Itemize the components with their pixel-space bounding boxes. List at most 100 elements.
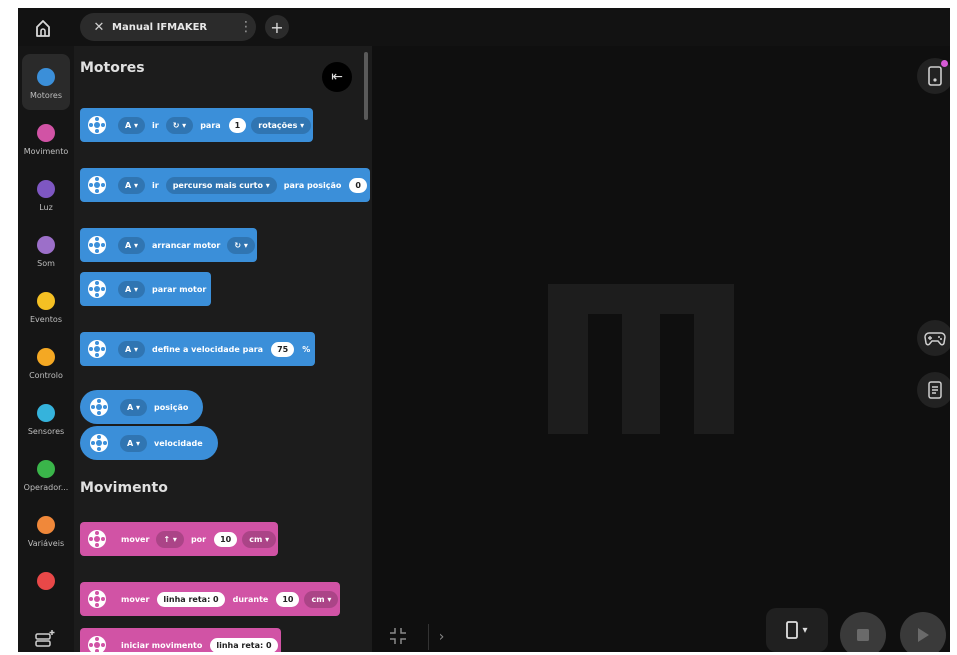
value-input[interactable]: 10 <box>276 591 300 607</box>
port-dropdown[interactable]: A ▾ <box>118 116 145 134</box>
block-text: parar motor <box>152 284 207 294</box>
stop-button[interactable] <box>840 612 886 652</box>
category-sensores[interactable]: Sensores <box>22 390 70 446</box>
movement-icon <box>84 586 110 612</box>
category-controlo[interactable]: Controlo <box>22 334 70 390</box>
block-motor-go-to-position[interactable]: A ▾ ir percurso mais curto ▾ para posiçã… <box>80 168 370 202</box>
category-dot <box>37 460 55 478</box>
category-dot <box>37 404 55 422</box>
unit-dropdown[interactable]: rotações ▾ <box>251 116 312 134</box>
category-label: Variáveis <box>27 539 65 548</box>
motor-icon <box>84 172 110 198</box>
value-input[interactable]: 10 <box>214 531 238 547</box>
mode-input[interactable]: linha reta: 0 <box>210 637 278 652</box>
category-som[interactable]: Som <box>22 222 70 278</box>
block-stop-motor[interactable]: A ▾ parar motor <box>80 272 212 306</box>
category-dot <box>37 124 55 142</box>
category-eventos[interactable]: Eventos <box>22 278 70 334</box>
block-motor-run-rotations[interactable]: A ▾ ir ↻ ▾ para 1 rotações ▾ <box>80 108 314 142</box>
value-input[interactable]: 75 <box>271 341 295 357</box>
block-reporter-speed[interactable]: A ▾ velocidade <box>80 426 218 460</box>
category-variaveis[interactable]: Variáveis <box>22 502 70 558</box>
block-reporter-position[interactable]: A ▾ posição <box>80 390 204 424</box>
top-bar: ✕ Manual IFMAKER ⋮ + <box>18 8 950 46</box>
section-title-movimento: Movimento <box>80 480 168 496</box>
palette-scrollbar[interactable] <box>364 52 368 120</box>
workspace-canvas[interactable]: › ▾ <box>372 46 950 652</box>
category-operadores[interactable]: Operador... <box>22 446 70 502</box>
expand-panel-button[interactable]: › <box>428 624 454 650</box>
tab-menu-icon[interactable]: ⋮ <box>236 19 256 35</box>
block-text: velocidade <box>154 438 203 448</box>
block-move-distance[interactable]: mover ↑ ▾ por 10 cm ▾ <box>80 522 279 556</box>
movement-icon <box>84 632 110 652</box>
watermark-logo-icon <box>548 284 734 434</box>
chevron-down-icon: ▾ <box>802 624 808 636</box>
mode-input[interactable]: linha reta: 0 <box>157 591 225 607</box>
category-label: Luz <box>39 203 53 212</box>
port-dropdown[interactable]: A ▾ <box>118 236 145 254</box>
unit-dropdown[interactable]: cm ▾ <box>242 530 277 548</box>
direction-dropdown[interactable]: ↑ ▾ <box>156 530 184 548</box>
project-tab[interactable]: ✕ Manual IFMAKER ⋮ <box>80 13 256 41</box>
port-dropdown[interactable]: A ▾ <box>120 434 147 452</box>
block-text: mover <box>121 534 150 544</box>
close-icon[interactable]: ✕ <box>86 20 112 35</box>
block-move-straight-for[interactable]: mover linha reta: 0 durante 10 cm ▾ <box>80 582 341 616</box>
block-text: para posição <box>283 180 342 190</box>
hub-icon <box>786 621 799 639</box>
category-dot <box>37 68 55 86</box>
collapse-palette-button[interactable]: ⇤ <box>322 62 352 92</box>
category-dot <box>37 516 55 534</box>
block-text: ir <box>152 120 159 130</box>
section-title-motores: Motores <box>80 60 145 76</box>
category-my-blocks[interactable] <box>22 558 70 614</box>
home-button[interactable] <box>28 14 58 42</box>
hub-icon <box>928 66 942 86</box>
tab-title: Manual IFMAKER <box>112 21 208 33</box>
value-input[interactable]: 1 <box>228 117 247 133</box>
notes-button[interactable] <box>917 372 950 408</box>
category-label: Eventos <box>30 315 62 324</box>
hub-status-indicator <box>941 60 948 67</box>
port-dropdown[interactable]: A ▾ <box>118 280 145 298</box>
device-selector[interactable]: ▾ <box>766 608 828 652</box>
add-tab-button[interactable]: + <box>265 15 289 39</box>
category-motores[interactable]: Motores <box>22 54 70 110</box>
block-palette: Motores ⇤ A ▾ ir ↻ ▾ para 1 rotações ▾ A… <box>74 46 372 652</box>
value-input[interactable]: 0 <box>349 177 367 193</box>
category-dot <box>37 348 55 366</box>
direction-dropdown[interactable]: ↻ ▾ <box>165 116 194 134</box>
motor-icon <box>86 430 112 456</box>
category-dot <box>37 236 55 254</box>
block-set-speed[interactable]: A ▾ define a velocidade para 75 % <box>80 332 316 366</box>
block-start-movement[interactable]: iniciar movimento linha reta: 0 <box>80 628 281 652</box>
category-rail: Motores Movimento Luz Som Eventos Contro… <box>18 46 74 652</box>
category-label: Operador... <box>23 483 69 492</box>
run-button[interactable] <box>900 612 946 652</box>
motor-icon <box>84 336 110 362</box>
category-label: Controlo <box>29 371 63 380</box>
path-dropdown[interactable]: percurso mais curto ▾ <box>165 176 277 194</box>
fit-to-screen-button[interactable] <box>384 622 412 650</box>
category-dot <box>37 292 55 310</box>
category-luz[interactable]: Luz <box>22 166 70 222</box>
gamepad-icon <box>924 332 946 346</box>
block-start-motor[interactable]: A ▾ arrancar motor ↻ ▾ <box>80 228 257 262</box>
direction-dropdown[interactable]: ↻ ▾ <box>227 236 255 254</box>
home-icon <box>36 20 50 37</box>
port-dropdown[interactable]: A ▾ <box>118 340 145 358</box>
port-dropdown[interactable]: A ▾ <box>118 176 145 194</box>
motor-icon <box>84 232 110 258</box>
category-movimento[interactable]: Movimento <box>22 110 70 166</box>
block-text: por <box>190 534 207 544</box>
extensions-button[interactable] <box>34 628 56 652</box>
unit-dropdown[interactable]: cm ▾ <box>304 590 339 608</box>
category-dot <box>37 572 55 590</box>
category-label: Sensores <box>27 427 65 436</box>
unit-text: % <box>302 344 311 354</box>
movement-icon <box>84 526 110 552</box>
controller-button[interactable] <box>917 320 950 356</box>
port-dropdown[interactable]: A ▾ <box>120 398 147 416</box>
play-icon <box>918 628 929 642</box>
